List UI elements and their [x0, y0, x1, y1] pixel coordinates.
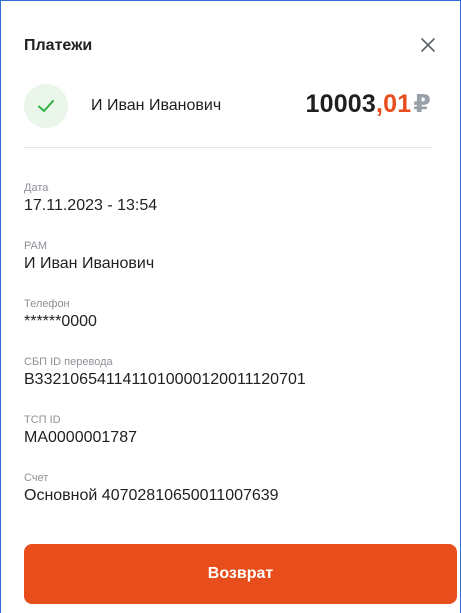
field-label: Дата [24, 182, 49, 194]
field-label: СБП ID перевода [24, 356, 113, 368]
refund-button[interactable]: Возврат [24, 544, 457, 604]
field-value: 17.11.2023 - 13:54 [24, 197, 158, 214]
check-icon [24, 84, 68, 128]
divider [24, 147, 432, 148]
panel-title: Платежи [24, 37, 93, 54]
field-label: PAM [24, 240, 48, 252]
field-tsp-id: ТСП ID MA0000001787 [24, 414, 137, 447]
field-phone: Телефон ******0000 [24, 298, 97, 331]
field-sbp-id: СБП ID перевода B33210654114110100001200… [24, 356, 306, 389]
field-label: ТСП ID [24, 414, 61, 426]
field-value: И Иван Иванович [24, 255, 155, 272]
close-icon[interactable] [418, 35, 438, 55]
field-value: MA0000001787 [24, 429, 137, 446]
field-label: Счет [24, 472, 49, 484]
field-value: Основной 40702810650011007639 [24, 487, 279, 504]
field-pam: PAM И Иван Иванович [24, 240, 154, 273]
payer-name: И Иван Иванович [91, 97, 222, 114]
field-value: ******0000 [24, 313, 97, 330]
payment-details-panel: Платежи И Иван Иванович 10003,01₽ Дата 1… [0, 0, 461, 613]
payment-amount: 10003,01₽ [306, 89, 432, 119]
amount-fraction: ,01 [376, 90, 412, 118]
panel-header: Платежи [24, 35, 442, 59]
field-value: B3321065411411010000120011120701 [24, 371, 306, 388]
field-date: Дата 17.11.2023 - 13:54 [24, 182, 157, 215]
field-label: Телефон [24, 298, 70, 310]
amount-integer: 10003 [305, 90, 377, 118]
currency-symbol: ₽ [413, 90, 431, 118]
payment-summary: И Иван Иванович 10003,01₽ [24, 81, 456, 131]
field-account: Счет Основной 40702810650011007639 [24, 472, 279, 505]
